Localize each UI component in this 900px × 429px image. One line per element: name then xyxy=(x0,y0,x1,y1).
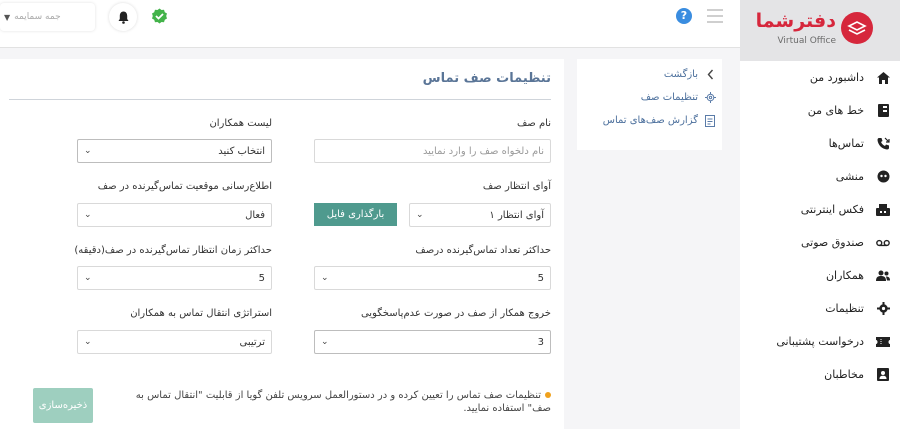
sidebar-item-calls[interactable]: تماس‌ها xyxy=(740,127,900,160)
chevron-down-icon: ⌄ xyxy=(84,273,92,283)
colleagues-select-value: انتخاب کنید xyxy=(218,145,265,157)
info-dot-icon xyxy=(545,392,551,398)
queue-name-placeholder: نام دلخواه صف را وارد نمایید xyxy=(422,145,544,157)
queue-name-input[interactable]: نام دلخواه صف را وارد نمایید xyxy=(314,139,551,163)
user-name: جمه سمایمه xyxy=(14,12,61,22)
sidebar-item-my-lines[interactable]: خط های من xyxy=(740,94,900,127)
gear-icon xyxy=(704,92,716,104)
chevron-down-icon: ⌄ xyxy=(84,210,92,220)
sidebar-item-label: تماس‌ها xyxy=(828,137,864,150)
verified-icon xyxy=(152,8,167,24)
sidebar-item-label: درخواست پشتیبانی xyxy=(776,335,864,348)
queue-settings-link[interactable]: تنظیمات صف xyxy=(577,86,722,109)
agent-exit-label: خروج همکار از صف در صورت عدم‌پاسخگویی xyxy=(360,308,551,319)
divider xyxy=(9,99,551,100)
hold-music-label: آوای انتظار صف xyxy=(482,181,551,192)
transfer-strategy-select[interactable]: ⌄ ترتیبی xyxy=(77,330,272,354)
sidebar-item-fax[interactable]: فکس اینترنتی xyxy=(740,193,900,226)
sub-navigation: بازگشت تنظیمات صف گزارش صف‌های تماس xyxy=(577,59,722,150)
colleagues-select[interactable]: ⌄ انتخاب کنید xyxy=(77,139,272,163)
sidebar-item-label: مخاطبان xyxy=(824,368,864,381)
phone-calls-icon xyxy=(876,137,890,151)
fax-icon xyxy=(876,203,890,217)
colleagues-icon xyxy=(876,269,890,283)
position-announcement-value: فعال xyxy=(245,209,265,221)
logo-mark-icon xyxy=(841,12,873,44)
page-title: تنظیمات صف تماس xyxy=(422,71,551,86)
sidebar: دفترشما Virtual Office داشبورد من خط های… xyxy=(740,0,900,429)
gear-icon xyxy=(876,302,890,316)
sidebar-item-colleagues[interactable]: همکاران xyxy=(740,259,900,292)
report-icon xyxy=(704,114,716,127)
chevron-down-icon: ▼ xyxy=(4,12,11,22)
sidebar-item-settings[interactable]: تنظیمات xyxy=(740,292,900,325)
agent-exit-select[interactable]: ⌄ 3 xyxy=(314,330,551,354)
sidebar-item-label: داشبورد من xyxy=(809,71,864,84)
voicemail-icon xyxy=(876,236,890,250)
max-callers-label: حداکثر تعداد تماس‌گیرنده درصف xyxy=(415,245,551,256)
brand-name: دفترشما xyxy=(755,10,836,32)
queue-settings-label: تنظیمات صف xyxy=(640,92,698,103)
info-note-text: تنظیمات صف تماس را تعیین کرده و در دستور… xyxy=(135,390,551,414)
sidebar-item-voicemail[interactable]: صندوق صوتی xyxy=(740,226,900,259)
chevron-down-icon: ⌄ xyxy=(84,337,92,347)
agent-exit-value: 3 xyxy=(537,336,544,348)
queue-name-label: نام صف xyxy=(516,118,551,129)
max-callers-value: 5 xyxy=(537,272,544,284)
transfer-strategy-label: استراتژی انتقال تماس به همکاران xyxy=(130,308,272,319)
phone-lines-icon xyxy=(876,104,890,118)
hold-music-value: آوای انتظار ۱ xyxy=(489,209,544,221)
chevron-down-icon: ⌄ xyxy=(416,210,424,220)
transfer-strategy-value: ترتیبی xyxy=(239,336,265,348)
colleagues-list-label: لیست همکاران xyxy=(209,118,272,129)
secretary-icon xyxy=(876,170,890,184)
max-callers-select[interactable]: ⌄ 5 xyxy=(314,266,551,290)
ticket-icon xyxy=(876,335,890,349)
help-icon[interactable]: ? xyxy=(676,8,692,24)
sidebar-item-label: فکس اینترنتی xyxy=(800,203,864,216)
max-wait-value: 5 xyxy=(258,272,265,284)
queue-report-link[interactable]: گزارش صف‌های تماس xyxy=(577,109,722,132)
queue-report-label: گزارش صف‌های تماس xyxy=(602,115,698,126)
sidebar-item-label: منشی xyxy=(835,170,864,183)
chevron-down-icon: ⌄ xyxy=(84,146,92,156)
sidebar-item-label: صندوق صوتی xyxy=(800,236,864,249)
position-announcement-label: اطلاع‌رسانی موقعیت تماس‌گیرنده در صف xyxy=(97,181,272,192)
bell-icon xyxy=(118,11,128,24)
info-note: تنظیمات صف تماس را تعیین کرده و در دستور… xyxy=(126,389,551,415)
sidebar-item-support[interactable]: درخواست پشتیبانی xyxy=(740,325,900,358)
hold-music-select[interactable]: ⌄ آوای انتظار ۱ xyxy=(409,203,551,227)
chevron-left-icon xyxy=(704,69,716,81)
brand-tagline: Virtual Office xyxy=(777,36,836,46)
queue-settings-card: تنظیمات صف تماس نام صف نام دلخواه صف را … xyxy=(0,59,564,429)
save-button[interactable]: ذخیره‌سازی xyxy=(33,388,93,423)
contacts-icon xyxy=(876,368,890,382)
sidebar-item-label: تنظیمات xyxy=(825,302,864,315)
home-icon xyxy=(876,71,890,85)
sidebar-item-secretary[interactable]: منشی xyxy=(740,160,900,193)
max-wait-label: حداکثر زمان انتظار تماس‌گیرنده در صف(دقی… xyxy=(74,245,272,256)
notifications-button[interactable] xyxy=(109,3,137,31)
logo[interactable]: دفترشما Virtual Office xyxy=(740,0,900,61)
back-link[interactable]: بازگشت xyxy=(577,63,722,86)
menu-toggle-icon[interactable] xyxy=(707,9,723,23)
chevron-down-icon: ⌄ xyxy=(321,273,329,283)
max-wait-select[interactable]: ⌄ 5 xyxy=(77,266,272,290)
sidebar-item-contacts[interactable]: مخاطبان xyxy=(740,358,900,391)
sidebar-item-dashboard[interactable]: داشبورد من xyxy=(740,61,900,94)
back-label: بازگشت xyxy=(663,69,698,80)
position-announcement-select[interactable]: ⌄ فعال xyxy=(77,203,272,227)
chevron-down-icon: ⌄ xyxy=(321,337,329,347)
user-menu-dropdown[interactable]: ▼ جمه سمایمه xyxy=(0,3,95,31)
top-bar: ▼ جمه سمایمه ? xyxy=(0,0,740,48)
upload-file-button[interactable]: بارگذاری فایل xyxy=(314,203,397,226)
sidebar-item-label: خط های من xyxy=(807,104,864,117)
sidebar-item-label: همکاران xyxy=(825,269,864,282)
